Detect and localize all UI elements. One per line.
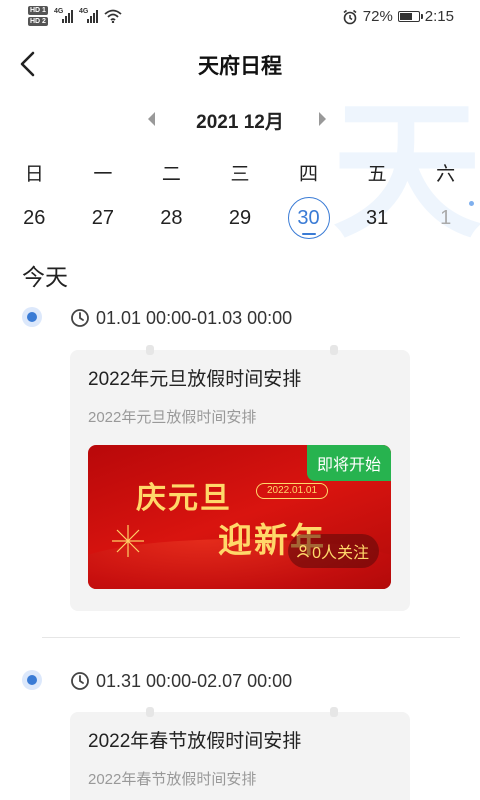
page-title: 天府日程 xyxy=(198,55,282,78)
event-subtitle: 2022年元旦放假时间安排 xyxy=(88,409,257,426)
network-type-label: 4G xyxy=(78,8,89,15)
next-month-button[interactable] xyxy=(316,108,336,130)
timeline-dot xyxy=(22,307,42,327)
date-number: 1 xyxy=(440,206,452,229)
weekday-label: 日 xyxy=(24,163,44,185)
date-cell[interactable]: 31 xyxy=(343,196,412,240)
status-left-indicators: HD 1 HD 2 4G 4G xyxy=(28,6,122,26)
event-time-range: 01.31 00:00-02.07 00:00 xyxy=(96,670,293,691)
banner-headline-1: 庆元旦 xyxy=(136,482,232,515)
weekday-label: 六 xyxy=(436,163,456,185)
banner-date: 2022.01.01 xyxy=(256,483,329,499)
event-banner[interactable]: 庆元旦 2022.01.01 迎新年 即将开始 0人关注 xyxy=(88,445,391,589)
card-peg xyxy=(146,707,154,717)
event-card[interactable]: 2022年春节放假时间安排 2022年春节放假时间安排 xyxy=(70,707,410,800)
card-peg xyxy=(146,345,154,355)
event-time-range: 01.01 00:00-01.03 00:00 xyxy=(96,307,293,328)
month-label: 2021 12月 xyxy=(196,112,284,133)
status-bar: HD 1 HD 2 4G 4G 72% 2:15 xyxy=(0,0,480,36)
firework-icon xyxy=(112,525,144,557)
date-number: 28 xyxy=(160,206,183,229)
person-icon xyxy=(297,545,310,558)
date-row: 26 27 28 29 30 31 1 xyxy=(0,196,480,240)
hd-2-label: HD 2 xyxy=(28,17,48,26)
date-number: 31 xyxy=(365,206,389,229)
timeline-dot xyxy=(22,670,42,690)
weekday-label: 五 xyxy=(367,163,387,185)
status-badge: 即将开始 xyxy=(306,445,391,481)
hd-1-label: HD 1 xyxy=(28,6,48,15)
date-cell[interactable]: 28 xyxy=(137,196,206,240)
date-number: 26 xyxy=(23,206,46,229)
signal-icon: 4G xyxy=(53,8,73,23)
today-heading: 今天 xyxy=(22,264,68,290)
page-indicator-dot xyxy=(469,201,474,206)
card-peg xyxy=(330,345,338,355)
hd-icon: HD 1 HD 2 xyxy=(28,6,48,26)
date-number: 29 xyxy=(228,206,252,229)
network-type-label: 4G xyxy=(53,8,64,15)
followers-count: 0人关注 xyxy=(312,545,369,562)
event-subtitle: 2022年春节放假时间安排 xyxy=(88,771,257,788)
battery-level xyxy=(399,13,412,20)
weekday-label: 三 xyxy=(230,163,250,185)
app-header: 天府日程 xyxy=(0,36,480,92)
weekday-label: 二 xyxy=(161,163,181,185)
triangle-right-icon xyxy=(319,112,326,126)
today-underline xyxy=(301,233,316,235)
status-time: 2:15 xyxy=(424,8,454,25)
status-right-indicators: 72% 2:15 xyxy=(342,8,454,25)
date-cell[interactable]: 29 xyxy=(206,196,275,240)
wifi-icon xyxy=(104,9,122,23)
date-cell-today[interactable]: 30 xyxy=(274,196,343,240)
month-navigation: 2021 12月 xyxy=(0,104,480,134)
date-cell[interactable]: 26 xyxy=(0,196,69,240)
clock-icon xyxy=(71,309,89,327)
alarm-icon xyxy=(343,9,357,24)
signal-icon: 4G xyxy=(78,8,98,23)
event-title: 2022年元旦放假时间安排 xyxy=(88,369,302,390)
section-divider xyxy=(42,637,460,638)
event-card[interactable]: 2022年元旦放假时间安排 2022年元旦放假时间安排 庆元旦 2022.01.… xyxy=(70,345,410,611)
event-title: 2022年春节放假时间安排 xyxy=(88,731,302,752)
date-number: 30 xyxy=(297,206,320,229)
clock-icon xyxy=(71,672,89,690)
date-number: 27 xyxy=(91,206,114,229)
event-time: 01.01 00:00-01.03 00:00 xyxy=(70,306,292,330)
weekday-header-row: 日 一 二 三 四 五 六 xyxy=(0,158,480,186)
date-cell[interactable]: 27 xyxy=(69,196,138,240)
battery-percent: 72% xyxy=(362,8,393,25)
weekday-label: 一 xyxy=(93,163,113,185)
event-time: 01.31 00:00-02.07 00:00 xyxy=(70,669,292,693)
weekday-label: 四 xyxy=(299,163,319,185)
followers-badge[interactable]: 0人关注 xyxy=(288,534,379,568)
battery-icon xyxy=(397,11,423,22)
card-peg xyxy=(330,707,338,717)
